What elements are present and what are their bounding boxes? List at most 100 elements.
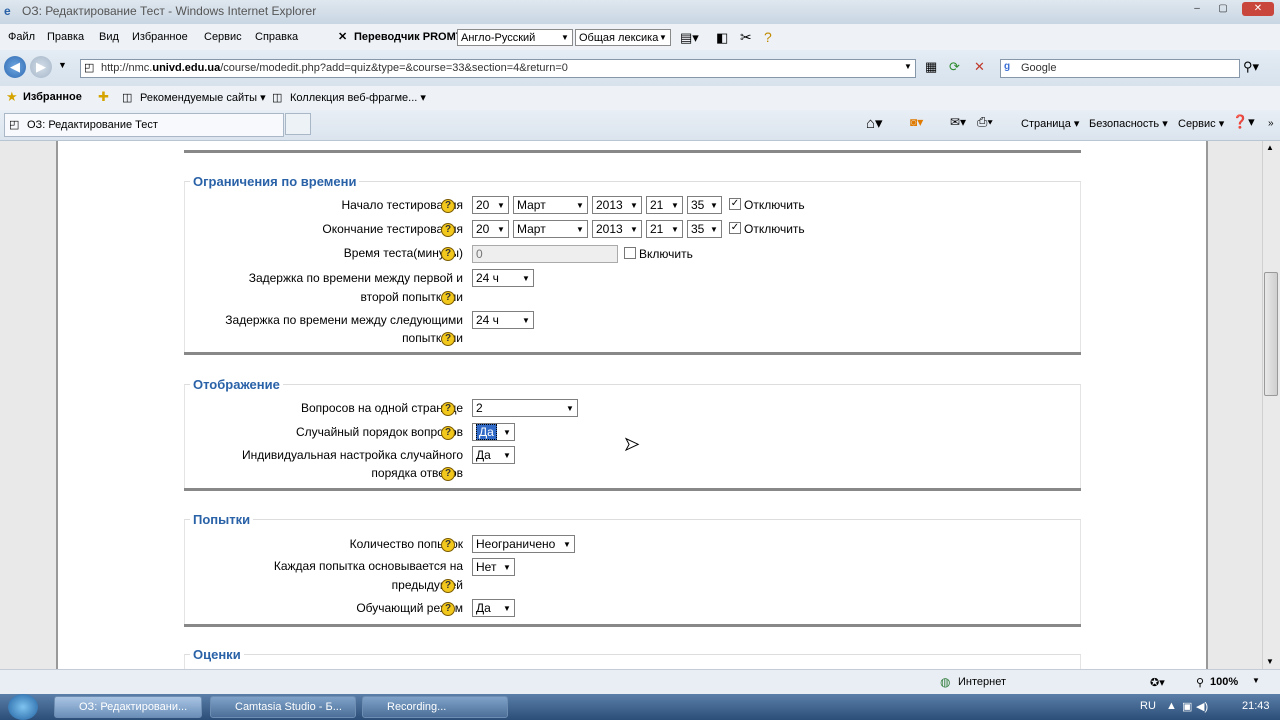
dictionary-icon[interactable]: ◧ [716,30,728,46]
label-shuffle-questions: Случайный порядок вопросов [296,425,463,439]
build-on-last-select[interactable]: Нет ▼ [472,558,515,576]
stop-icon[interactable]: ✕ [974,59,985,75]
tab-current[interactable]: ОЗ: Редактирование Тест [4,113,284,137]
menu-edit[interactable]: Правка [47,31,84,43]
close-button[interactable]: ✕ [1242,2,1274,16]
volume-icon[interactable]: ◀) [1196,700,1208,713]
vertical-scrollbar[interactable] [1262,141,1280,669]
chevron-down-icon: ▼ [503,604,511,613]
tools-menu[interactable]: Сервис ▾ [1178,117,1224,130]
web-slice-gallery-link[interactable]: Коллекция веб-фрагме... ▾ [290,91,426,104]
translate-page-icon[interactable]: ▤▾ [680,30,699,46]
star-icon: ★ [6,89,18,104]
suggested-sites-link[interactable]: Рекомендуемые сайты ▾ [140,91,266,104]
delay2-select[interactable]: 24 ч ▼ [472,311,534,329]
print-icon[interactable]: ⎙▾ [977,114,993,130]
help-icon[interactable]: ? [441,223,455,237]
close-day-select[interactable]: 20 ▼ [472,220,509,238]
search-icon[interactable]: ⚲▾ [1243,59,1259,75]
favorites-button[interactable]: Избранное [23,91,82,103]
scrollbar-thumb[interactable] [1264,272,1278,396]
compatibility-view-icon[interactable]: ▦ [925,59,937,75]
search-input[interactable]: Google [1000,59,1240,78]
scroll-up-icon[interactable]: ▲ [1266,143,1274,152]
mouse-cursor-icon: ➤ [623,434,640,455]
close-year-select[interactable]: 2013 ▼ [592,220,642,238]
zoom-level[interactable]: 100% [1210,676,1238,688]
task-camtasia[interactable]: Camtasia Studio - Б... [210,696,356,718]
refresh-icon[interactable]: ⟳ [949,59,960,75]
help-icon[interactable]: ? [441,332,455,346]
new-tab-button[interactable] [285,113,311,135]
back-arrow-icon[interactable]: ◀ [4,56,26,78]
add-favorite-icon[interactable]: ✚ [98,89,109,105]
help-icon[interactable]: ? [441,402,455,416]
help-icon[interactable]: ? [441,538,455,552]
minimize-button[interactable]: ‒ [1188,2,1206,16]
help-icon[interactable]: ? [441,247,455,261]
start-button[interactable] [8,694,38,720]
help-icon[interactable]: ? [441,426,455,440]
home-icon[interactable]: ⌂▾ [866,114,883,132]
address-dropdown-icon[interactable]: ▼ [904,62,912,71]
help-icon[interactable]: ? [441,467,455,481]
safety-menu[interactable]: Безопасность ▾ [1089,117,1168,130]
time-limit-enable-checkbox[interactable] [624,247,636,259]
adaptive-mode-select[interactable]: Да ▼ [472,599,515,617]
mail-icon[interactable]: ✉▾ [950,115,966,129]
attempts-count-select[interactable]: Неограничено ▼ [472,535,575,553]
task-recording-label: Recording... [387,701,447,713]
questions-per-page-select[interactable]: 2 ▼ [472,399,578,417]
chevron-down-icon: ▼ [710,225,718,234]
zoom-icon[interactable]: ⚲ [1196,676,1204,689]
chevron-down-icon: ▼ [561,33,569,42]
open-hour-select[interactable]: 21 ▼ [646,196,683,214]
url-domain: univd.edu.ua [152,62,221,74]
translation-direction-select[interactable]: Англо-Русский ▼ [457,29,573,46]
close-disable-checkbox[interactable]: ✓ [729,222,741,234]
feeds-icon[interactable]: ◙▾ [910,115,923,129]
shuffle-questions-select[interactable]: Да ▼ [472,423,515,441]
tools-icon[interactable]: ✂ [740,29,752,46]
page-menu[interactable]: Страница ▾ [1021,117,1079,130]
maximize-button[interactable]: ▢ [1214,2,1232,16]
network-icon[interactable]: ▣ [1182,700,1192,713]
menu-file[interactable]: Файл [8,31,35,43]
help-circle-icon[interactable]: ❓▾ [1232,114,1255,130]
help-icon[interactable]: ? [441,579,455,593]
questions-per-page-value: 2 [476,401,483,415]
menu-tools[interactable]: Сервис [204,31,242,43]
menu-favorites[interactable]: Избранное [132,31,188,43]
close-month-select[interactable]: Март ▼ [513,220,588,238]
open-month-select[interactable]: Март ▼ [513,196,588,214]
language-indicator[interactable]: RU [1140,700,1156,712]
open-year-select[interactable]: 2013 ▼ [592,196,642,214]
open-day-select[interactable]: 20 ▼ [472,196,509,214]
close-x-icon[interactable]: ✕ [338,30,347,43]
scroll-down-icon[interactable]: ▼ [1266,657,1274,666]
vocabulary-select[interactable]: Общая лексика ▼ [575,29,671,46]
help-icon[interactable]: ? [441,291,455,305]
shuffle-answers-select[interactable]: Да ▼ [472,446,515,464]
menu-help[interactable]: Справка [255,31,298,43]
help-icon[interactable]: ? [441,199,455,213]
chevron-right-icon[interactable]: » [1268,118,1274,129]
protected-mode-icon[interactable]: ✪▾ [1150,676,1165,689]
zoom-dropdown-icon[interactable]: ▼ [1252,676,1260,685]
task-ie[interactable]: ОЗ: Редактировани... [54,696,202,718]
address-input[interactable]: http://nmc.univd.edu.ua/course/modedit.p… [80,59,916,78]
menu-view[interactable]: Вид [99,31,119,43]
open-minute-select[interactable]: 35 ▼ [687,196,722,214]
close-minute-select[interactable]: 35 ▼ [687,220,722,238]
help-promt-icon[interactable]: ? [764,29,772,45]
help-icon[interactable]: ? [441,602,455,616]
time-limit-input[interactable]: 0 [472,245,618,263]
forward-arrow-icon[interactable]: ▶ [30,56,52,78]
delay1-select[interactable]: 24 ч ▼ [472,269,534,287]
history-dropdown-icon[interactable]: ▼ [58,60,67,70]
close-hour-select[interactable]: 21 ▼ [646,220,683,238]
clock[interactable]: 21:43 [1242,700,1270,712]
task-recording[interactable]: Recording... [362,696,508,718]
tray-expand-icon[interactable]: ▲ [1166,700,1177,712]
open-disable-checkbox[interactable]: ✓ [729,198,741,210]
